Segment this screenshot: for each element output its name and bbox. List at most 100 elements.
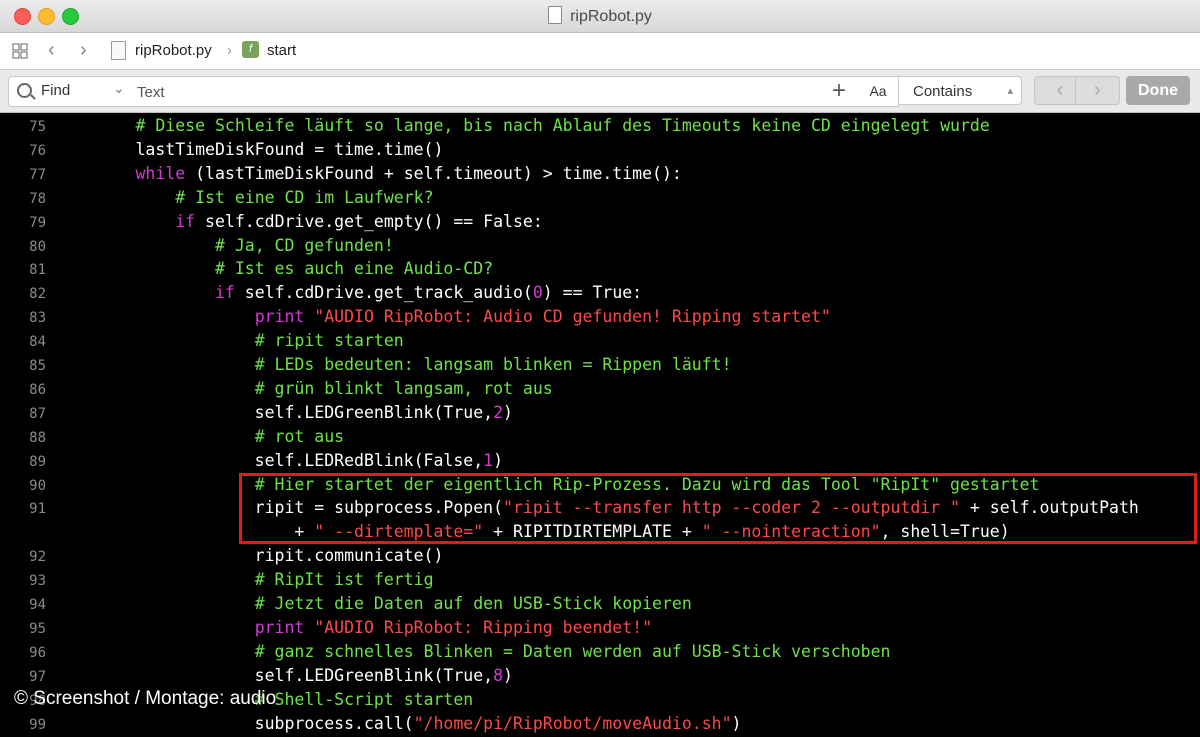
code-token: 0 [532, 283, 543, 303]
breadcrumb-function[interactable]: start [267, 42, 296, 59]
code-token: ) [731, 713, 742, 733]
code-line[interactable]: 87 self.LEDGreenBlink(True,2) [0, 401, 1200, 425]
code-line[interactable]: 95 print "AUDIO RipRobot: Ripping beende… [0, 616, 1200, 640]
code-text: if self.cdDrive.get_empty() == False: [56, 210, 543, 234]
code-token: # ganz schnelles Blinken = Daten werden … [254, 641, 891, 661]
jump-bar: ‹ › ripRobot.py › f start [0, 33, 1200, 70]
line-number: 87 [29, 405, 46, 422]
find-field: Find ⌄ + [8, 76, 862, 107]
find-mode-label[interactable]: Find [41, 82, 70, 99]
line-number: 97 [29, 668, 46, 685]
code-token: # RipIt ist fertig [254, 570, 434, 590]
line-number: 99 [29, 716, 46, 733]
add-pattern-icon[interactable]: + [832, 77, 846, 105]
code-line[interactable]: 78 # Ist eine CD im Laufwerk? [0, 186, 1200, 210]
match-type-select[interactable]: Contains▴▾ [898, 76, 1022, 126]
code-token: # ripit starten [254, 331, 404, 351]
code-token: ) [493, 450, 504, 470]
code-text: # Jetzt die Daten auf den USB-Stick kopi… [56, 592, 692, 616]
code-token: # rot aus [254, 426, 345, 446]
python-file-icon [548, 6, 563, 24]
code-text: print "AUDIO RipRobot: Ripping beendet!" [56, 616, 652, 640]
code-text: while (lastTimeDiskFound + self.timeout)… [56, 162, 682, 186]
chevron-down-icon[interactable]: ⌄ [113, 80, 125, 97]
code-line[interactable]: 85 # LEDs bedeuten: langsam blinken = Ri… [0, 353, 1200, 377]
back-chevron-icon[interactable]: ‹ [48, 39, 55, 62]
code-token: "/home/pi/RipRobot/moveAudio.sh" [413, 713, 732, 733]
line-number: 96 [29, 644, 46, 661]
code-line[interactable]: 84 # ripit starten [0, 329, 1200, 353]
code-text: # Ja, CD gefunden! [56, 234, 394, 258]
function-icon: f [242, 41, 259, 58]
code-line[interactable]: 93 # RipIt ist fertig [0, 568, 1200, 592]
code-text: subprocess.call("/home/pi/RipRobot/moveA… [56, 712, 742, 736]
code-line[interactable]: 82 if self.cdDrive.get_track_audio(0) ==… [0, 281, 1200, 305]
breadcrumb-file[interactable]: ripRobot.py [135, 42, 212, 59]
line-number: 90 [29, 477, 46, 494]
code-token: print [254, 617, 305, 637]
code-token: # Ist es auch eine Audio-CD? [214, 259, 494, 279]
code-token: print [254, 307, 305, 327]
line-number: 79 [29, 214, 46, 231]
code-token: ) == True: [542, 283, 643, 303]
code-token: 2 [493, 402, 504, 422]
code-line[interactable]: 77 while (lastTimeDiskFound + self.timeo… [0, 162, 1200, 186]
match-case-button[interactable]: Aa [858, 76, 899, 107]
code-line[interactable]: 80 # Ja, CD gefunden! [0, 234, 1200, 258]
line-number: 80 [29, 238, 46, 255]
next-match-button[interactable]: › [1075, 76, 1120, 105]
code-text: print "AUDIO RipRobot: Audio CD gefunden… [56, 305, 831, 329]
code-line[interactable]: 94 # Jetzt die Daten auf den USB-Stick k… [0, 592, 1200, 616]
code-token: # Ist eine CD im Laufwerk? [175, 187, 434, 207]
code-line[interactable]: 89 self.LEDRedBlink(False,1) [0, 449, 1200, 473]
code-line[interactable]: 99 subprocess.call("/home/pi/RipRobot/mo… [0, 712, 1200, 736]
code-line[interactable]: 96 # ganz schnelles Blinken = Daten werd… [0, 640, 1200, 664]
line-number: 92 [29, 549, 46, 566]
code-line[interactable]: 92 ripit.communicate() [0, 544, 1200, 568]
code-text: lastTimeDiskFound = time.time() [56, 138, 443, 162]
title-bar: ripRobot.py [0, 0, 1200, 33]
code-text: # rot aus [56, 425, 344, 449]
line-number: 77 [29, 166, 46, 183]
done-button[interactable]: Done [1126, 76, 1190, 105]
code-token: lastTimeDiskFound = time.time() [56, 139, 444, 159]
related-items-grid-icon[interactable] [12, 43, 28, 59]
code-line[interactable]: 81 # Ist es auch eine Audio-CD? [0, 257, 1200, 281]
code-token: # LEDs bedeuten: langsam blinken = Rippe… [254, 355, 732, 374]
image-credit: © Screenshot / Montage: audio [14, 688, 277, 709]
line-number: 76 [29, 142, 46, 159]
code-line[interactable]: 75 # Diese Schleife läuft so lange, bis … [0, 114, 1200, 138]
line-number: 81 [29, 262, 46, 279]
code-editor[interactable]: 75 # Diese Schleife läuft so lange, bis … [0, 113, 1200, 733]
line-number: 95 [29, 620, 46, 637]
code-text: self.LEDGreenBlink(True,8) [56, 664, 513, 688]
code-line[interactable]: 76 lastTimeDiskFound = time.time() [0, 138, 1200, 162]
breadcrumb-separator-icon: › [227, 42, 232, 59]
forward-chevron-icon[interactable]: › [80, 39, 87, 62]
highlight-box [239, 473, 1197, 544]
line-number: 83 [29, 310, 46, 327]
line-number: 89 [29, 453, 46, 470]
code-line[interactable]: 88 # rot aus [0, 425, 1200, 449]
code-line[interactable]: 83 print "AUDIO RipRobot: Audio CD gefun… [0, 305, 1200, 329]
code-token: self.LEDGreenBlink(True, [56, 402, 494, 422]
code-text: if self.cdDrive.get_track_audio(0) == Tr… [56, 281, 642, 305]
code-line[interactable]: 97 self.LEDGreenBlink(True,8) [0, 664, 1200, 688]
code-text: ripit.communicate() [56, 544, 444, 568]
code-line[interactable]: 79 if self.cdDrive.get_empty() == False: [0, 210, 1200, 234]
code-token: self.LEDGreenBlink(True, [56, 665, 494, 685]
code-token: while [135, 163, 186, 183]
code-token: (lastTimeDiskFound + self.timeout) > tim… [185, 163, 682, 183]
search-input[interactable] [135, 80, 819, 104]
code-line[interactable]: 86 # grün blinkt langsam, rot aus [0, 377, 1200, 401]
line-number: 86 [29, 381, 46, 398]
